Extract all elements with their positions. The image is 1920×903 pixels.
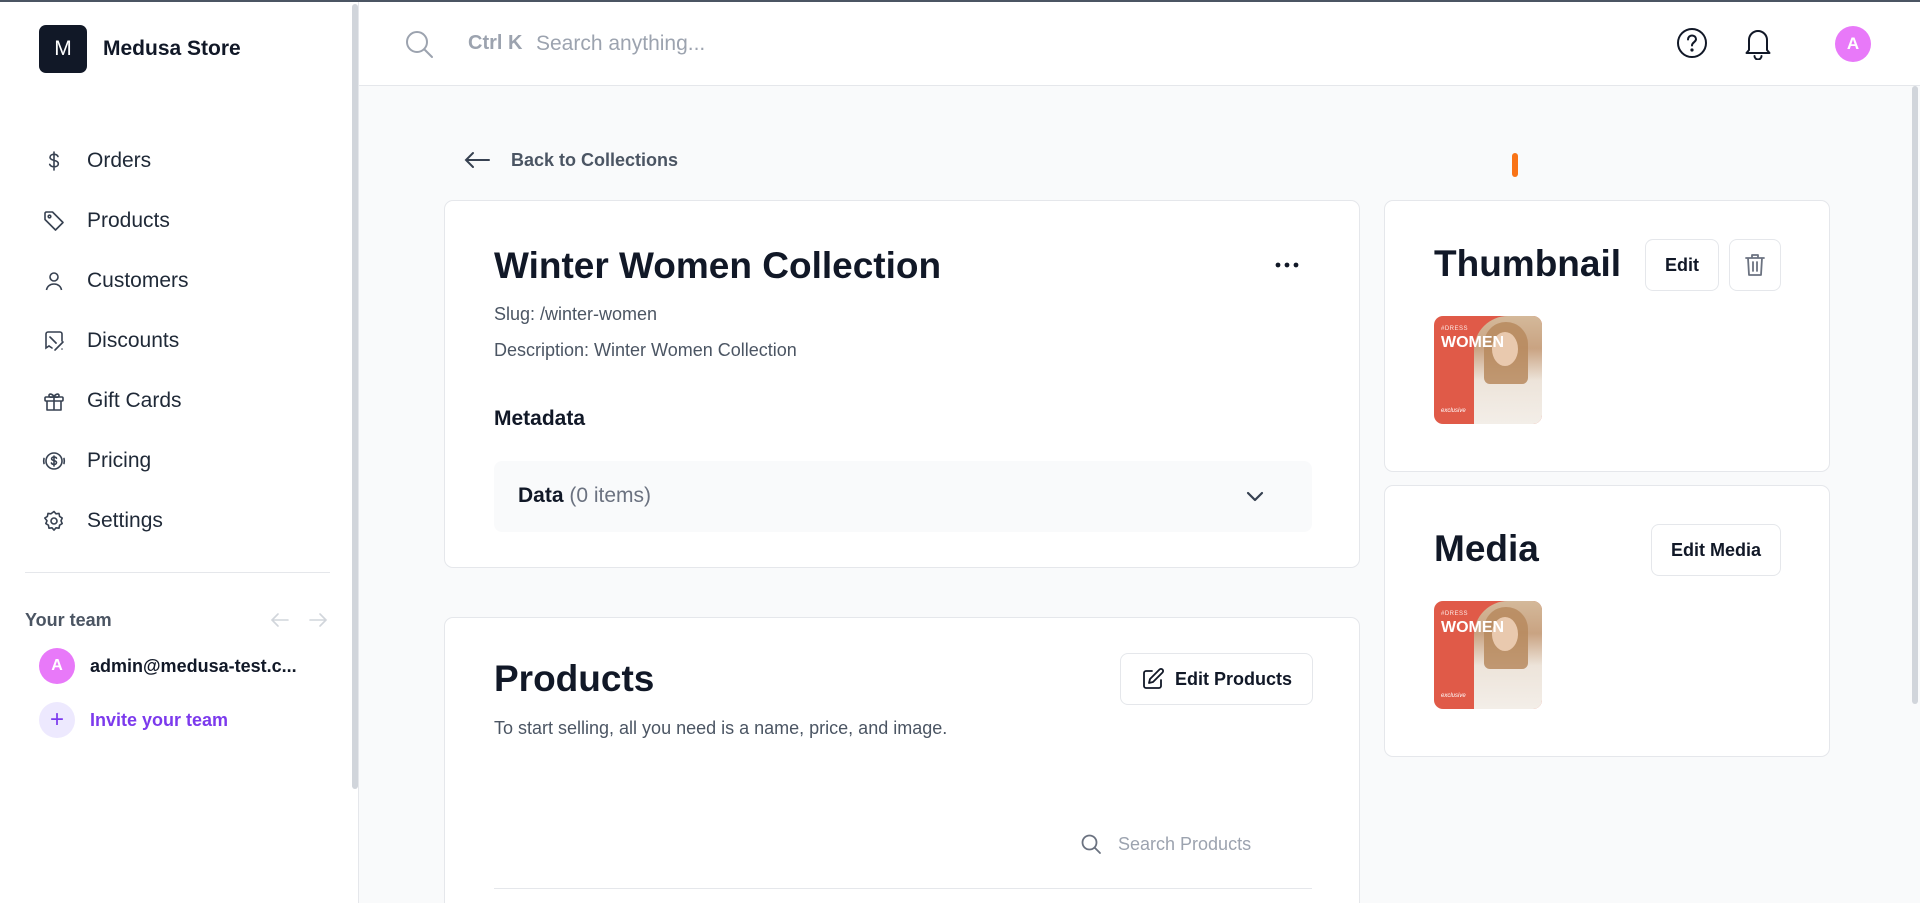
sidebar-item-customers[interactable]: Customers <box>25 251 330 311</box>
dollar-icon <box>48 151 60 171</box>
main-scrollbar[interactable] <box>1912 86 1918 704</box>
sidebar-item-orders[interactable]: Orders <box>25 131 330 191</box>
gift-icon <box>44 393 64 411</box>
edit-products-button[interactable]: Edit Products <box>1120 653 1313 705</box>
image-small-text: exclusive <box>1441 693 1466 699</box>
sidebar-item-label: Customers <box>87 269 189 292</box>
image-small-text: exclusive <box>1441 408 1466 414</box>
sidebar-item-label: Products <box>87 209 170 232</box>
metadata-count: (0 items) <box>569 484 652 507</box>
sidebar-item-gift-cards[interactable]: Gift Cards <box>25 371 330 431</box>
team-member[interactable]: A admin@medusa-test.c... <box>39 648 297 684</box>
team-pagination <box>268 608 330 632</box>
media-heading: Media <box>1434 528 1539 569</box>
image-tag-text: #DRESS <box>1441 326 1469 332</box>
search-shortcut: Ctrl K <box>468 32 523 54</box>
products-subtitle: To start selling, all you need is a name… <box>494 718 948 738</box>
more-actions-icon[interactable] <box>1271 253 1303 277</box>
sidebar-item-label: Settings <box>87 509 163 532</box>
window-top-border <box>0 0 1920 2</box>
search-icon <box>1081 834 1101 854</box>
table-divider <box>494 888 1312 889</box>
global-search-input[interactable] <box>536 24 1056 64</box>
sidebar-divider <box>25 572 330 573</box>
metadata-heading: Metadata <box>494 407 586 430</box>
sidebar-item-label: Discounts <box>87 329 180 352</box>
team-member-email: admin@medusa-test.c... <box>90 655 297 676</box>
products-search <box>1080 833 1278 855</box>
edit-products-label: Edit Products <box>1174 668 1292 689</box>
store-name: Medusa Store <box>103 37 241 60</box>
sidebar-item-label: Pricing <box>87 449 152 472</box>
arrow-left-icon[interactable] <box>268 608 292 632</box>
edit-thumbnail-button[interactable]: Edit <box>1645 239 1719 291</box>
team-header: Your team <box>25 608 330 632</box>
sidebar-scrollbar[interactable] <box>352 4 358 789</box>
sidebar-item-settings[interactable]: Settings <box>25 491 330 551</box>
page-title: Winter Women Collection <box>494 245 942 286</box>
sidebar-item-label: Orders <box>87 149 152 172</box>
back-label: Back to Collections <box>511 149 679 170</box>
loading-indicator <box>1512 153 1518 177</box>
thumbnail-image[interactable]: #DRESS WOMEN exclusive <box>1434 316 1542 424</box>
metadata-data-label: Data <box>518 484 564 507</box>
collection-description: Description: Winter Women Collection <box>494 340 797 360</box>
media-card: Media Edit Media #DRESS WOMEN exclusive <box>1384 485 1830 757</box>
store-switcher[interactable]: M Medusa Store <box>39 25 241 73</box>
receipt-percent-icon <box>45 331 64 351</box>
sidebar-item-pricing[interactable]: Pricing <box>25 431 330 491</box>
user-avatar[interactable]: A <box>1835 26 1871 62</box>
image-word-text: WOMEN <box>1441 334 1505 351</box>
sidebar-item-label: Gift Cards <box>87 389 182 412</box>
team-title: Your team <box>25 609 112 630</box>
chevron-down-icon <box>1246 491 1264 502</box>
search-icon <box>406 31 433 58</box>
sidebar-item-products[interactable]: Products <box>25 191 330 251</box>
thumbnail-heading: Thumbnail <box>1434 243 1622 284</box>
user-icon <box>45 272 63 291</box>
edit-icon <box>1143 668 1164 689</box>
back-to-collections-link[interactable]: Back to Collections <box>463 148 678 172</box>
store-logo: M <box>39 25 87 73</box>
products-card: Products To start selling, all you need … <box>444 617 1360 903</box>
bell-icon[interactable] <box>1742 26 1774 60</box>
collection-details-card: Winter Women Collection Slug: /winter-wo… <box>444 200 1360 568</box>
image-tag-text: #DRESS <box>1441 611 1469 617</box>
plus-icon: + <box>39 702 75 738</box>
metadata-accordion[interactable]: Data (0 items) <box>494 461 1312 532</box>
invite-team-button[interactable]: + Invite your team <box>39 702 228 738</box>
metadata-label: Data (0 items) <box>518 484 651 508</box>
sidebar: M Medusa Store Orders Products Customers… <box>0 0 359 903</box>
invite-team-label: Invite your team <box>90 709 229 730</box>
arrow-left-icon <box>464 152 490 168</box>
avatar: A <box>39 648 75 684</box>
sidebar-item-discounts[interactable]: Discounts <box>25 311 330 371</box>
sidebar-nav: Orders Products Customers Discounts Gift… <box>25 131 330 551</box>
arrow-right-icon[interactable] <box>306 608 330 632</box>
image-word-text: WOMEN <box>1441 619 1505 636</box>
products-heading: Products <box>494 658 655 699</box>
products-search-input[interactable] <box>1118 833 1278 855</box>
tag-icon <box>44 211 64 231</box>
gear-icon <box>44 510 63 531</box>
delete-thumbnail-button[interactable] <box>1729 239 1781 291</box>
edit-media-button[interactable]: Edit Media <box>1651 524 1781 576</box>
help-icon[interactable] <box>1675 26 1709 60</box>
media-image[interactable]: #DRESS WOMEN exclusive <box>1434 601 1542 709</box>
thumbnail-card: Thumbnail Edit #DRESS WOMEN exclusive <box>1384 200 1830 472</box>
trash-icon <box>1745 254 1765 276</box>
coin-icon <box>42 452 66 470</box>
topbar: Ctrl K A <box>359 2 1920 86</box>
collection-slug: Slug: /winter-women <box>494 304 658 324</box>
